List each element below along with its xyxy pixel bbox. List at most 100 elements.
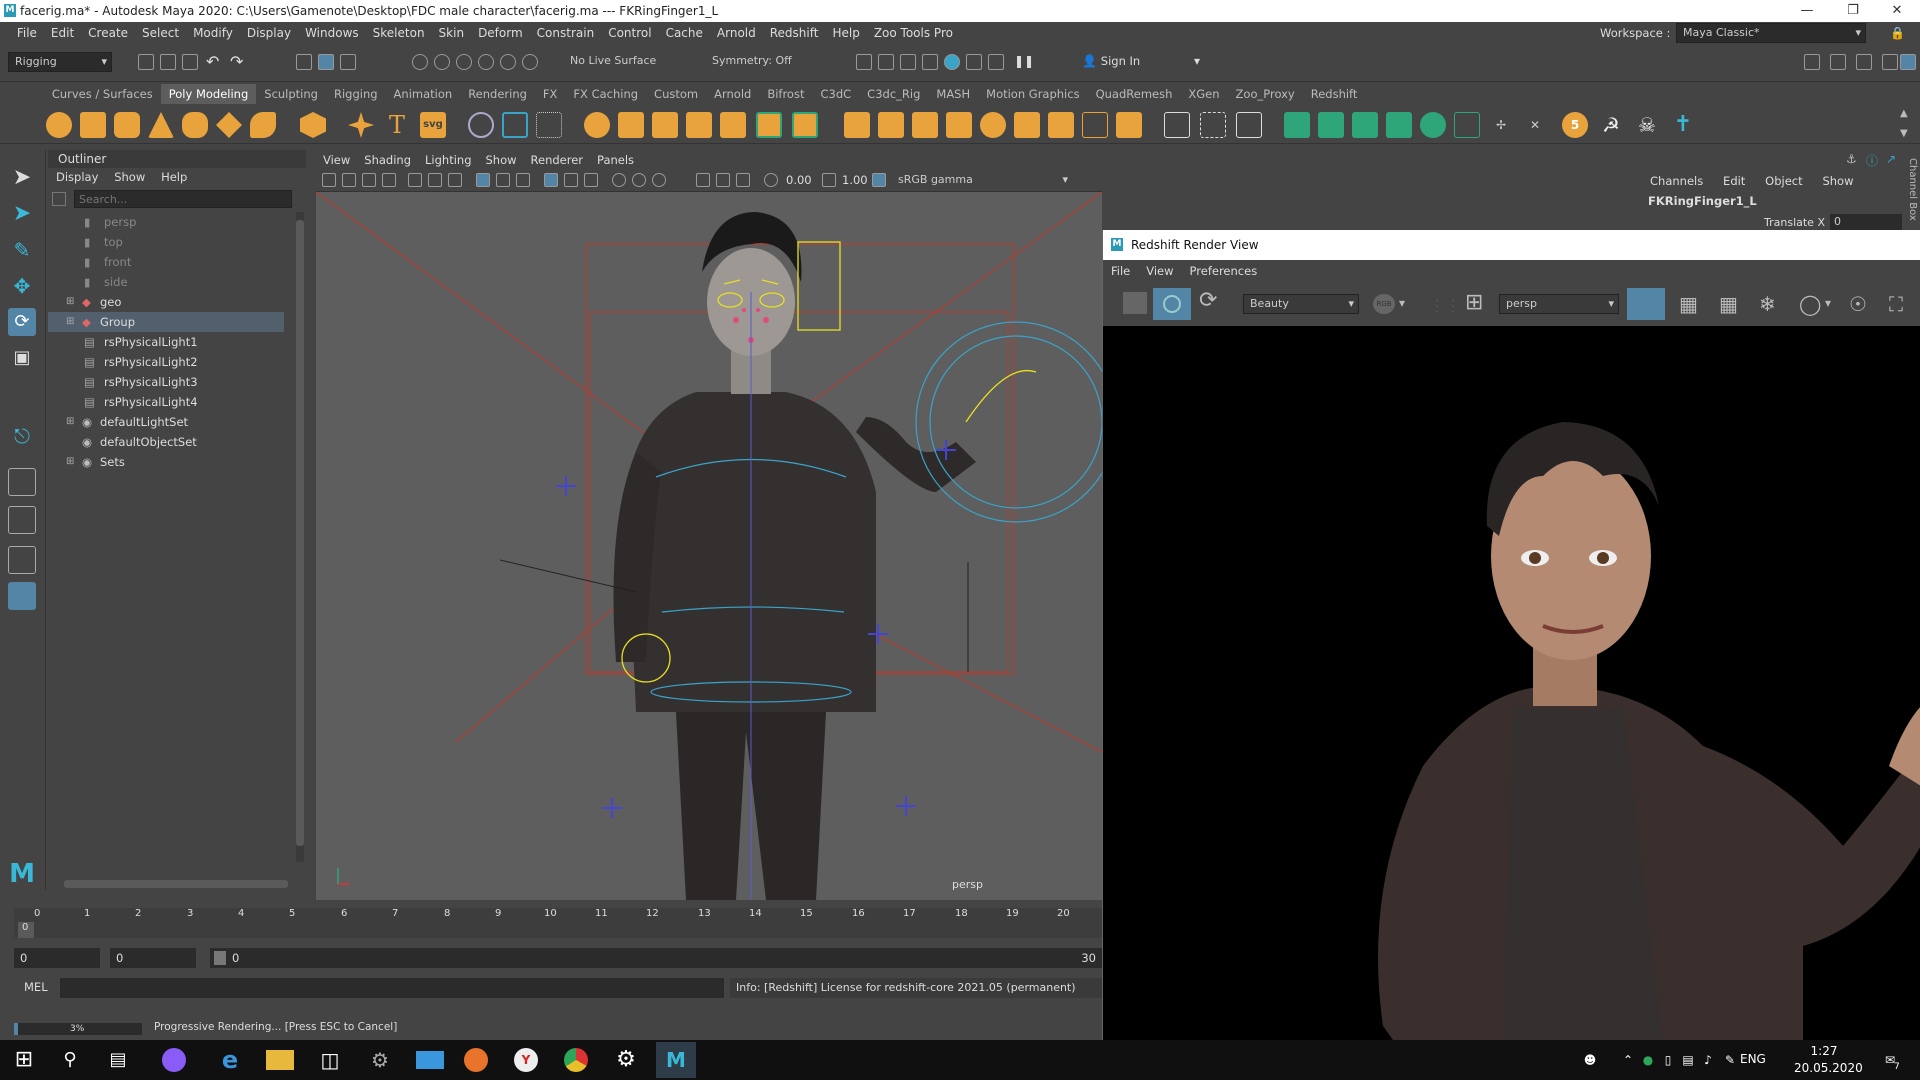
maximize-button[interactable]: ❐ [1830, 0, 1876, 22]
target-weld-icon[interactable] [912, 112, 938, 138]
expand-icon[interactable]: ⊞ [66, 452, 74, 472]
range-bar[interactable]: 0 30 [210, 948, 1102, 968]
pause-icon[interactable]: ❚❚ [1014, 54, 1034, 68]
channel-box-side-tab[interactable]: Channel Box [1904, 158, 1918, 228]
viewport-menu-lighting[interactable]: Lighting [418, 150, 478, 170]
xray-icon[interactable] [632, 173, 646, 187]
shadows-icon[interactable] [584, 173, 598, 187]
planar-uv-icon[interactable] [1164, 112, 1190, 138]
lock-icon[interactable]: 🔒 [1890, 22, 1905, 44]
viewport-menu-view[interactable]: View [316, 150, 357, 170]
ipr-toggle-button[interactable] [1153, 288, 1191, 320]
search-icon[interactable]: ⚲ [56, 1046, 84, 1074]
channel-menu-edit[interactable]: Edit [1723, 174, 1761, 188]
live-surface-field[interactable]: No Live Surface [564, 52, 676, 72]
viewport-menu-renderer[interactable]: Renderer [524, 150, 591, 170]
circularize-icon[interactable] [1116, 112, 1142, 138]
snap-view-icon[interactable] [478, 54, 494, 70]
outliner-vertical-scrollbar[interactable] [296, 212, 304, 862]
mail-icon[interactable] [416, 1051, 444, 1069]
transfer-icon[interactable]: ✢ [1488, 112, 1514, 138]
attr-translate-x-field[interactable]: 0 [1830, 214, 1902, 230]
camera-dropdown[interactable]: persp ▾ [1499, 294, 1619, 314]
maya-taskbar-icon[interactable]: M [656, 1042, 696, 1078]
menu-constrain[interactable]: Constrain [530, 22, 602, 44]
clock-time[interactable]: 1:27 [1794, 1044, 1854, 1058]
expand-icon[interactable]: ⊞ [66, 412, 74, 432]
pin-icon[interactable]: ⚓ [1846, 152, 1857, 166]
redo-icon[interactable]: ↷ [230, 52, 243, 71]
yandex-browser-icon[interactable]: Y [514, 1048, 538, 1072]
outliner-item-group[interactable]: ⊞ ◆ Group [48, 312, 284, 332]
menu-skin[interactable]: Skin [432, 22, 472, 44]
select-component-icon[interactable] [340, 54, 356, 70]
tab-poly-modeling[interactable]: Poly Modeling [160, 84, 257, 104]
view-transform-dropdown[interactable]: sRGB gamma ▾ [892, 171, 1072, 190]
skull-icon[interactable]: ☠ [1634, 112, 1660, 138]
chrome-icon[interactable] [564, 1048, 588, 1072]
crop-icon[interactable]: ⊞ [1465, 290, 1483, 315]
tab-animation[interactable]: Animation [386, 84, 461, 104]
conform-icon[interactable] [1420, 112, 1446, 138]
menu-zoo-tools-pro[interactable]: Zoo Tools Pro [867, 22, 960, 44]
tab-arnold[interactable]: Arnold [706, 84, 759, 104]
mel-command-input[interactable] [60, 978, 724, 998]
select-camera-icon[interactable] [322, 173, 336, 187]
save-scene-icon[interactable] [182, 54, 198, 70]
slide-edge-icon[interactable] [1014, 112, 1040, 138]
rv-menu-file[interactable]: File [1103, 260, 1138, 282]
snowflake-icon[interactable]: ❄ [1759, 292, 1776, 316]
alice-assistant-icon[interactable] [162, 1048, 186, 1072]
tab-fx-caching[interactable]: FX Caching [565, 84, 646, 104]
link-icon[interactable]: ↗ [1886, 152, 1896, 166]
outliner-item-defaultobjectset[interactable]: ◉ defaultObjectSet [48, 432, 284, 452]
redshift-render-icon[interactable] [966, 54, 982, 70]
harden-edge-icon[interactable] [1352, 112, 1378, 138]
attribute-editor-icon[interactable] [1830, 54, 1846, 70]
outliner-horizontal-scrollbar[interactable] [64, 880, 288, 888]
menu-display[interactable]: Display [240, 22, 298, 44]
undo-icon[interactable]: ↶ [206, 52, 219, 71]
file-explorer-icon[interactable] [266, 1050, 294, 1070]
menu-arnold[interactable]: Arnold [710, 22, 763, 44]
camera-icon[interactable]: ▦ [1679, 292, 1698, 316]
platonic-solid-icon[interactable] [300, 112, 326, 138]
outliner-item-rsphysicallight2[interactable]: ▤ rsPhysicalLight2 [48, 352, 284, 372]
open-scene-icon[interactable] [160, 54, 176, 70]
script-language-toggle[interactable]: MEL [24, 980, 48, 994]
range-start-field[interactable]: 0 [14, 948, 100, 968]
poly-cube-icon[interactable] [80, 112, 106, 138]
outliner-item-front[interactable]: ▮ front [48, 252, 284, 272]
tab-sculpting[interactable]: Sculpting [256, 84, 326, 104]
tab-bifrost[interactable]: Bifrost [759, 84, 812, 104]
outliner-menu-show[interactable]: Show [114, 170, 157, 184]
hypershade-icon[interactable] [944, 54, 960, 70]
extrude-icon[interactable] [720, 112, 746, 138]
combine-icon[interactable] [468, 112, 494, 138]
bridge-icon[interactable] [686, 112, 712, 138]
select-object-icon[interactable] [318, 54, 334, 70]
extract-icon[interactable] [618, 112, 644, 138]
grid-toggle-icon[interactable] [408, 173, 422, 187]
menu-modify[interactable]: Modify [186, 22, 240, 44]
separate-icon[interactable] [502, 112, 528, 138]
filter-icon[interactable] [52, 192, 66, 206]
tab-curves-surfaces[interactable]: Curves / Surfaces [44, 84, 161, 104]
notifications-icon[interactable]: ✉ [1876, 1046, 1904, 1074]
chevron-down-icon[interactable]: ▾ [1399, 296, 1405, 310]
isolate-select-icon[interactable] [612, 173, 626, 187]
scroll-down-icon[interactable]: ▼ [1900, 128, 1908, 139]
rotate-tool-icon[interactable]: ⟳ [8, 308, 36, 336]
tab-xgen[interactable]: XGen [1180, 84, 1227, 104]
poly-super-shape-icon[interactable] [348, 112, 374, 138]
tab-c3dc-rig[interactable]: C3dc_Rig [859, 84, 928, 104]
viewport-menu-shading[interactable]: Shading [357, 150, 418, 170]
grid-dots-icon[interactable]: ⋮⋮ [1429, 296, 1461, 315]
channel-menu-object[interactable]: Object [1765, 174, 1818, 188]
exposure-value[interactable]: 0.00 [786, 173, 812, 187]
chevron-down-icon[interactable]: ▾ [1825, 296, 1831, 310]
menu-deform[interactable]: Deform [471, 22, 530, 44]
new-scene-icon[interactable] [138, 54, 154, 70]
skeleton-icon[interactable]: ☭ [1598, 112, 1624, 138]
camera-attributes-icon[interactable] [342, 173, 356, 187]
